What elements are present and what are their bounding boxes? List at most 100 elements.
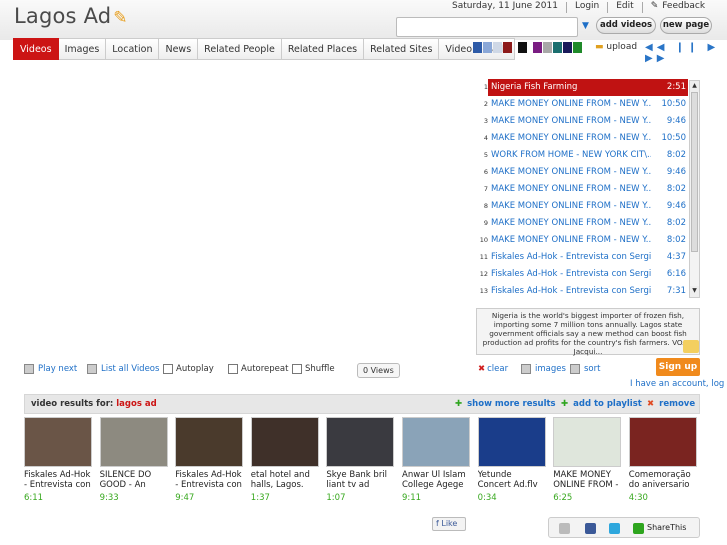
thumbnail-image[interactable]	[628, 417, 697, 467]
color-swatch[interactable]	[493, 42, 502, 53]
checkbox[interactable]	[163, 364, 173, 374]
thumbnail-image[interactable]	[402, 417, 470, 467]
video-thumbnail[interactable]: MAKE MONEY ONLINE FROM -- 6:25	[553, 417, 622, 503]
forward-icon[interactable]: ▶▶	[645, 53, 668, 64]
thumbnail-image[interactable]	[553, 417, 622, 467]
thumbnail-title[interactable]: Skye Bank bril liant tv ad	[326, 470, 394, 490]
video-thumbnail[interactable]: Anwar Ul Islam College Agege 9:11	[402, 417, 470, 503]
pause-icon[interactable]: ❙❙	[676, 42, 701, 53]
video-thumbnail[interactable]: Fiskales Ad-Hok - Entrevista con 6:11	[24, 417, 92, 503]
scroll-thumb[interactable]	[691, 92, 698, 252]
upload-button[interactable]: ▬ upload	[595, 42, 637, 52]
checkbox[interactable]	[228, 364, 238, 374]
thumbnail-title[interactable]: MAKE MONEY ONLINE FROM --	[553, 470, 621, 490]
color-swatch[interactable]	[533, 42, 542, 53]
thumbnail-image[interactable]	[250, 417, 319, 467]
thumbnail-image[interactable]	[326, 417, 395, 467]
playlist-item[interactable]: 7 MAKE MONEY ONLINE FROM - NEW Y... 8:02	[476, 181, 688, 198]
add-videos-button[interactable]: add videos	[596, 17, 656, 34]
video-thumbnail[interactable]: etal hotel and halls, Lagos. 1:37	[250, 417, 319, 503]
shuffle-checkbox[interactable]: Shuffle	[292, 364, 335, 374]
color-swatch[interactable]	[563, 42, 572, 53]
tab-related-people[interactable]: Related People	[198, 38, 282, 60]
thumbnail-title[interactable]: etal hotel and halls, Lagos.	[251, 470, 319, 490]
playlist-item[interactable]: 3 MAKE MONEY ONLINE FROM - NEW Y... 9:46	[476, 113, 688, 130]
play-next-control[interactable]: Play next	[24, 364, 77, 374]
tab-news[interactable]: News	[159, 38, 199, 60]
email-icon[interactable]	[559, 523, 570, 534]
scroll-up-icon[interactable]: ▲	[690, 81, 699, 92]
edit-link[interactable]: Edit	[616, 1, 633, 14]
playlist-item[interactable]: 6 MAKE MONEY ONLINE FROM - NEW Y... 9:46	[476, 164, 688, 181]
thumbnail-title[interactable]: Yetunde Concert Ad.flv	[478, 470, 546, 490]
autoplay-checkbox[interactable]: Autoplay	[163, 364, 214, 374]
autorepeat-checkbox[interactable]: Autorepeat	[228, 364, 288, 374]
play-icon[interactable]: ▶	[708, 42, 720, 53]
thumbnail-title[interactable]: Comemoração do aniversario do	[629, 470, 697, 490]
thumbnail-image[interactable]	[99, 417, 168, 467]
video-thumbnail[interactable]: Skye Bank bril liant tv ad 1:07	[326, 417, 395, 503]
playlist-item[interactable]: 8 MAKE MONEY ONLINE FROM - NEW Y... 9:46	[476, 198, 688, 215]
sharethis-icon[interactable]	[633, 523, 644, 534]
thumbnail-image[interactable]	[175, 417, 244, 467]
playlist-item[interactable]: 11 Fiskales Ad-Hok - Entrevista con Sergi…	[476, 249, 688, 266]
thumbnail-duration: 1:37	[250, 493, 270, 503]
thumbnail-title[interactable]: Anwar Ul Islam College Agege	[402, 470, 470, 490]
remove-button[interactable]: ✖ remove	[647, 399, 695, 409]
playlist-item[interactable]: 10 MAKE MONEY ONLINE FROM - NEW Y... 8:02	[476, 232, 688, 249]
thumbnail-title[interactable]: SILENCE DO GOOD - An Instal	[100, 470, 168, 490]
thumbnail-title[interactable]: Fiskales Ad-Hok - Entrevista con	[175, 470, 243, 490]
note-icon[interactable]	[683, 340, 699, 353]
new-page-button[interactable]: new page	[660, 17, 712, 34]
tab-images[interactable]: Images	[58, 38, 107, 60]
checkbox[interactable]	[292, 364, 302, 374]
rewind-icon[interactable]: ◀◀	[645, 42, 668, 53]
tab-related-places[interactable]: Related Places	[281, 38, 365, 60]
color-swatch[interactable]	[473, 42, 482, 53]
tab-location[interactable]: Location	[106, 38, 160, 60]
playlist-item[interactable]: 9 MAKE MONEY ONLINE FROM - NEW Y... 8:02	[476, 215, 688, 232]
color-swatch[interactable]	[553, 42, 562, 53]
list-all-control[interactable]: List all Videos	[87, 364, 159, 374]
shuffle-label: Shuffle	[305, 364, 335, 374]
scroll-down-icon[interactable]: ▼	[690, 286, 699, 297]
login-account-link[interactable]: I have an account, log	[630, 379, 724, 389]
playlist-item[interactable]: 5 WORK FROM HOME - NEW YORK CIT\... 8:02	[476, 147, 688, 164]
thumbnail-image[interactable]	[477, 417, 546, 467]
video-thumbnail[interactable]: Yetunde Concert Ad.flv 0:34	[477, 417, 546, 503]
images-control[interactable]: images	[521, 364, 566, 374]
playlist-item[interactable]: 12 Fiskales Ad-Hok - Entrevista con Sergi…	[476, 266, 688, 283]
playlist-item[interactable]: 1 Nigeria Fish Farming 2:51	[476, 79, 688, 96]
facebook-like-button[interactable]: f Like	[432, 517, 466, 531]
search-input[interactable]	[396, 17, 578, 37]
login-link[interactable]: Login	[575, 1, 599, 14]
signup-button[interactable]: Sign up	[656, 358, 700, 376]
twitter-icon[interactable]	[609, 523, 620, 534]
thumbnail-image[interactable]	[24, 417, 92, 467]
color-swatch[interactable]	[543, 42, 552, 53]
search-dropdown-icon[interactable]: ▼	[582, 21, 589, 31]
clear-control[interactable]: ✖ clear	[478, 364, 508, 374]
site-logo[interactable]: Lagos Ad ✎	[14, 4, 128, 28]
playlist-item[interactable]: 13 Fiskales Ad-Hok - Entrevista con Sergi…	[476, 283, 688, 298]
add-to-playlist-button[interactable]: ✚ add to playlist	[561, 399, 642, 409]
pencil-icon[interactable]: ✎	[113, 8, 127, 28]
thumbnail-title[interactable]: Fiskales Ad-Hok - Entrevista con	[24, 470, 92, 490]
facebook-icon[interactable]	[585, 523, 596, 534]
playlist-item[interactable]: 4 MAKE MONEY ONLINE FROM - NEW Y... 10:50	[476, 130, 688, 147]
color-swatch[interactable]	[573, 42, 582, 53]
color-swatch[interactable]	[483, 42, 492, 53]
tab-videos[interactable]: Videos	[13, 38, 59, 60]
color-swatch[interactable]	[518, 42, 527, 53]
color-swatch[interactable]	[503, 42, 512, 53]
playlist-scrollbar[interactable]: ▲ ▼	[689, 80, 700, 298]
playlist-item[interactable]: 2 MAKE MONEY ONLINE FROM - NEW Y... 10:50	[476, 96, 688, 113]
show-more-button[interactable]: ✚ show more results	[455, 399, 556, 409]
video-thumbnail[interactable]: SILENCE DO GOOD - An Instal 9:33	[99, 417, 168, 503]
sharethis-label[interactable]: ShareThis	[647, 523, 686, 532]
tab-related-sites[interactable]: Related Sites	[364, 38, 440, 60]
feedback-link[interactable]: Feedback	[662, 1, 705, 14]
video-thumbnail[interactable]: Fiskales Ad-Hok - Entrevista con 9:47	[175, 417, 244, 503]
sort-control[interactable]: sort	[570, 364, 600, 374]
video-thumbnail[interactable]: Comemoração do aniversario do 4:30	[628, 417, 697, 503]
